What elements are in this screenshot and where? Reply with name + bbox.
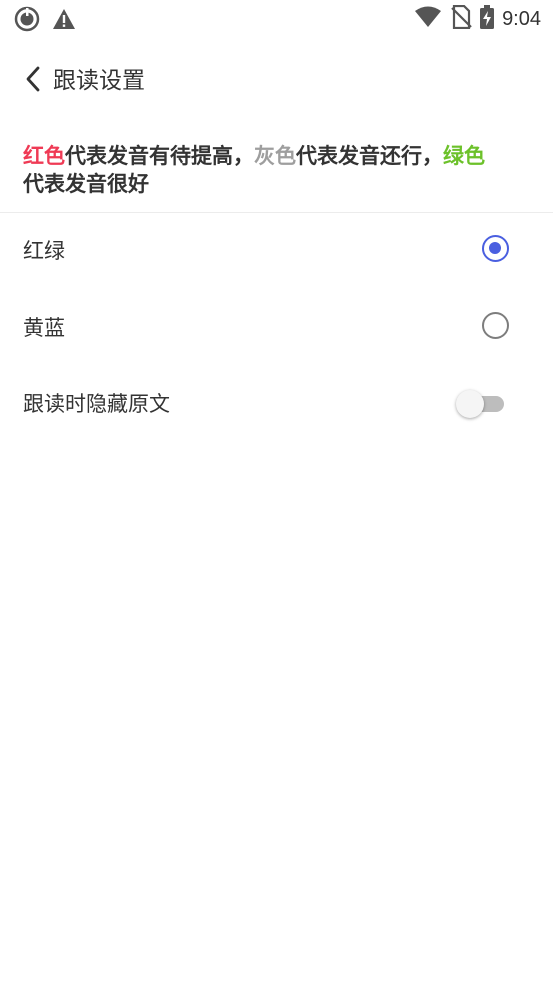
legend-green-word: 绿色 [443,144,485,168]
warning-icon [52,8,76,34]
radio-yellow-blue[interactable] [482,312,509,339]
status-bar-left [14,6,76,36]
app-header: 跟读设置 [0,58,553,104]
option-label: 红绿 [23,239,65,263]
page-title: 跟读设置 [53,68,145,94]
option-row-hide-original: 跟读时隐藏原文 [0,369,553,439]
option-label: 黄蓝 [23,316,65,340]
legend-gray-word: 灰色 [254,144,296,168]
legend-green-desc: 代表发音很好 [23,172,149,196]
legend-gray-desc: 代表发音还行， [296,144,443,168]
sync-icon [14,6,40,36]
no-sim-icon [450,4,472,33]
option-row-red-green[interactable]: 红绿 [0,216,553,286]
hide-original-toggle[interactable] [456,389,508,419]
battery-charging-icon [480,5,495,33]
color-legend-text: 红色代表发音有待提高，灰色代表发音还行，绿色代表发音很好 [23,142,538,198]
status-bar: 9:04 [0,0,553,38]
toggle-thumb [456,390,484,418]
option-row-yellow-blue[interactable]: 黄蓝 [0,293,553,363]
status-time: 9:04 [502,8,541,30]
radio-red-green[interactable] [482,235,509,262]
legend-red-desc: 代表发音有待提高， [65,144,254,168]
option-label: 跟读时隐藏原文 [23,392,170,416]
divider [0,212,553,213]
legend-red-word: 红色 [23,144,65,168]
back-button[interactable] [18,64,48,98]
status-bar-right: 9:04 [414,4,541,33]
wifi-icon [414,6,442,32]
chevron-left-icon [25,66,41,96]
